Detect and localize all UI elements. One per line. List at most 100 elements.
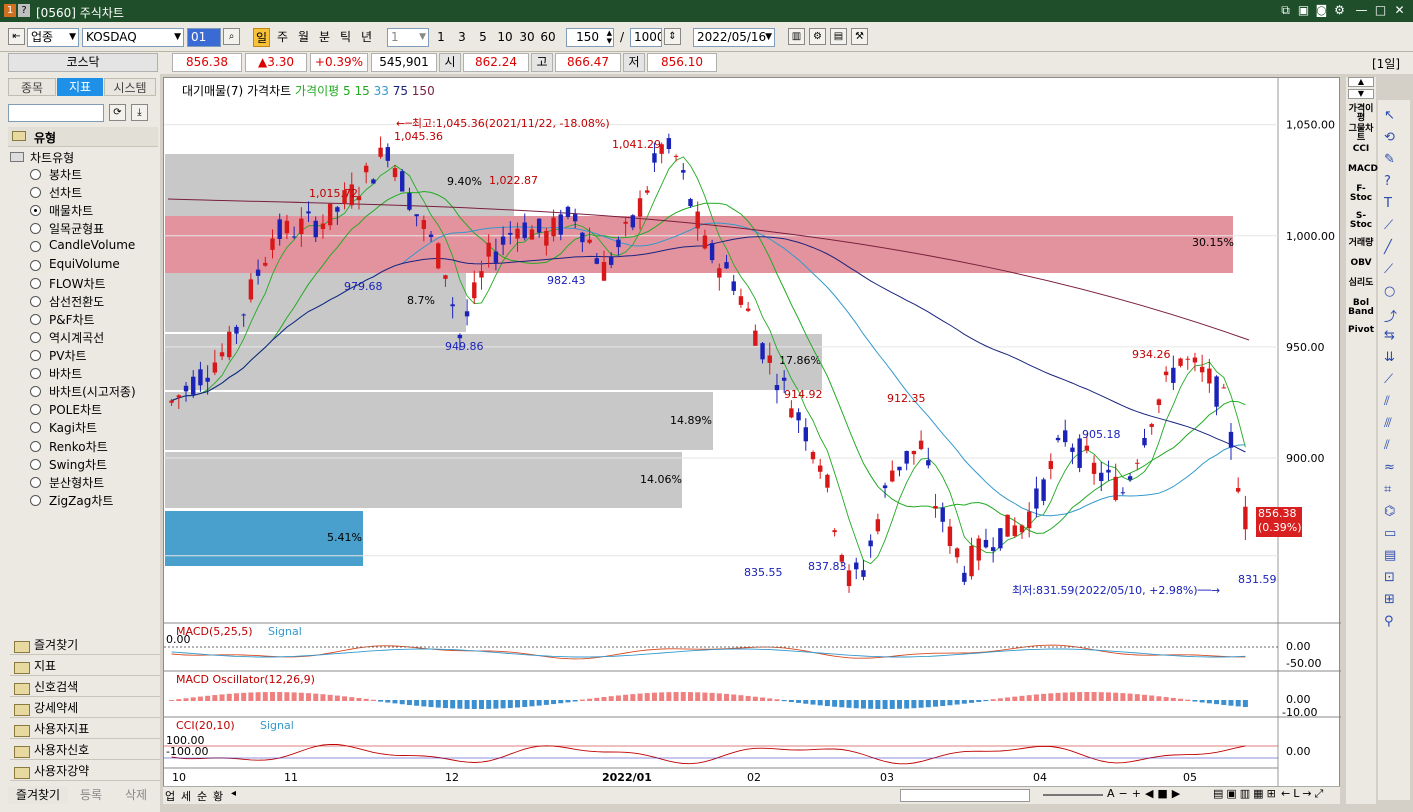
chart-type-radio[interactable]	[30, 386, 41, 398]
chart-type-label[interactable]: 일목균형표	[49, 220, 104, 237]
chart-type-radio[interactable]	[30, 313, 41, 325]
drawing-tool-icon[interactable]: ⌬	[1384, 504, 1395, 519]
minimize-icon[interactable]: —	[1354, 3, 1369, 18]
chart-type-radio[interactable]	[30, 223, 41, 235]
legend-price[interactable]: 가격차트	[247, 84, 291, 98]
drawing-tool-icon[interactable]: T	[1384, 196, 1392, 211]
category-header[interactable]: 유형	[8, 127, 158, 147]
bottom-tab-3[interactable]: 순	[197, 788, 207, 804]
save-icon[interactable]: ▣	[1296, 3, 1311, 18]
drawing-tool-icon[interactable]: ⟲	[1384, 130, 1395, 145]
chart-type-label[interactable]: Kagi차트	[49, 419, 97, 436]
chart-type-radio[interactable]	[30, 440, 41, 452]
folder-item[interactable]: 사용자지표	[10, 720, 160, 739]
period-month[interactable]: 월	[295, 28, 312, 47]
indicator-shortcut[interactable]: 그물차트	[1348, 125, 1374, 143]
chart-type-label[interactable]: 삼선전환도	[49, 293, 104, 310]
tab-stocks[interactable]: 종목	[8, 78, 56, 96]
drawing-tool-icon[interactable]: ⇊	[1384, 350, 1395, 365]
drawing-tool-icon[interactable]: ⟋	[1384, 262, 1393, 277]
legend-ma[interactable]: 가격이평	[295, 84, 339, 98]
chart-type-radio[interactable]	[30, 476, 41, 488]
chart-type-radio[interactable]	[30, 169, 41, 180]
chart-type-label[interactable]: 선차트	[49, 184, 82, 201]
period-year[interactable]: 년	[358, 28, 375, 47]
count-stepper[interactable]: 150 ▲ ▼	[566, 28, 614, 47]
legend-ma-75[interactable]: 75	[393, 84, 408, 98]
indicator-shortcut[interactable]: OBV	[1348, 259, 1374, 268]
arrow-controls-icon[interactable]: ←L→⤢	[1281, 787, 1326, 801]
chart-type-label[interactable]: 바차트(시고저종)	[49, 383, 136, 400]
camera-icon[interactable]: ◙	[1314, 3, 1329, 18]
interval-select[interactable]: 1 ▼	[387, 28, 429, 47]
drawing-tool-icon[interactable]: ↖	[1384, 108, 1395, 123]
delete-button[interactable]: 삭제	[114, 786, 158, 804]
market-type-select[interactable]: 업종 ▼	[27, 28, 79, 47]
chart-type-label[interactable]: Renko차트	[49, 438, 108, 455]
bottom-tab-2[interactable]: 세	[181, 788, 191, 804]
quick-interval-10[interactable]: 10	[495, 28, 515, 47]
chart-type-label[interactable]: ZigZag차트	[49, 492, 113, 509]
register-button[interactable]: 등록	[70, 786, 112, 804]
drawing-tool-icon[interactable]: ✎	[1384, 152, 1395, 167]
search-icon[interactable]: ⌕	[223, 28, 240, 45]
drawing-tool-icon[interactable]: ⫽	[1384, 394, 1390, 409]
indicator-shortcut[interactable]: Pivot	[1348, 326, 1374, 335]
chart-type-radio[interactable]	[30, 277, 41, 289]
zoom-slider[interactable]	[1043, 794, 1103, 796]
drawing-tool-icon[interactable]: ⊞	[1384, 592, 1395, 607]
indicator-shortcut[interactable]: MACD	[1348, 165, 1378, 174]
chart-type-label[interactable]: CandleVolume	[49, 238, 135, 252]
bottom-tab-1[interactable]: 업	[165, 788, 175, 804]
chart-type-label[interactable]: Swing차트	[49, 456, 107, 473]
drawing-tool-icon[interactable]: ⟋	[1384, 372, 1393, 387]
period-week[interactable]: 주	[274, 28, 291, 47]
scroll-down-icon[interactable]: ▼	[1348, 89, 1374, 99]
chart-type-radio[interactable]	[30, 259, 41, 271]
indicator-shortcut[interactable]: F-Stoc	[1348, 185, 1374, 203]
chart-type-label[interactable]: 분산형차트	[49, 474, 104, 491]
chart-type-label[interactable]: 바차트	[49, 365, 82, 382]
tree-root[interactable]: 차트유형	[10, 148, 150, 166]
indicator-shortcut[interactable]: Bol Band	[1348, 299, 1374, 317]
chart-type-label[interactable]: P&F차트	[49, 311, 95, 328]
drawing-tool-icon[interactable]: ⚲	[1384, 614, 1394, 629]
indicator-shortcut[interactable]: S-Stoc	[1348, 212, 1374, 230]
folder-item[interactable]: 강세약세	[10, 699, 160, 718]
chart-type-radio[interactable]	[30, 331, 41, 343]
favorites-button[interactable]: 즐겨찾기	[8, 786, 68, 804]
chart-type-radio[interactable]	[30, 494, 41, 506]
help-icon[interactable]: ?	[18, 4, 30, 17]
link-icon[interactable]: ⧉	[1278, 3, 1293, 18]
chart-area[interactable]: 30.15% 17.86% 14.89% 14.06% 5.41% 9.40% 8.7% 1…	[163, 77, 1341, 805]
quick-interval-1[interactable]: 1	[433, 28, 449, 47]
bottom-tab-4[interactable]: 황	[213, 788, 223, 804]
quick-interval-3[interactable]: 3	[454, 28, 470, 47]
chart-canvas[interactable]: 30.15%17.86%14.89%14.06%5.41%9.40%8.7% 1…	[164, 78, 1341, 805]
indicator-shortcut[interactable]: CCI	[1348, 145, 1374, 154]
view-controls-icon[interactable]: ▤▣▥▦⊞	[1213, 787, 1279, 800]
horizontal-scrollbar[interactable]	[900, 789, 1030, 802]
folder-item[interactable]: 신호검색	[10, 678, 160, 697]
chart-type-radio[interactable]	[30, 368, 41, 380]
chart-type-radio[interactable]	[30, 458, 41, 470]
indicator-shortcut[interactable]: 심리도	[1348, 279, 1374, 288]
quick-interval-30[interactable]: 30	[517, 28, 537, 47]
legend-ma-5[interactable]: 5	[343, 84, 351, 98]
legend-volume-profile[interactable]: 대기매물(7)	[182, 84, 243, 98]
legend-ma-15[interactable]: 15	[354, 84, 369, 98]
chart-type-label[interactable]: POLE차트	[49, 401, 102, 418]
maximize-icon[interactable]: □	[1373, 3, 1388, 18]
tools-icon[interactable]: ⚒	[851, 28, 868, 45]
save-chart-icon[interactable]: ▤	[830, 28, 847, 45]
chart-type-radio[interactable]	[30, 404, 41, 416]
indicator-search-input[interactable]	[8, 104, 104, 122]
drawing-tool-icon[interactable]: ○	[1384, 284, 1395, 299]
legend-ma-33[interactable]: 33	[374, 84, 389, 98]
drawing-tool-icon[interactable]: ⫽	[1384, 438, 1390, 453]
indicator-shortcut[interactable]: 가격이평	[1348, 105, 1374, 123]
drawing-tool-icon[interactable]: ⫻	[1384, 416, 1392, 431]
code-input[interactable]: 01	[187, 28, 221, 47]
tab-indicators[interactable]: 지표	[57, 78, 103, 96]
chart-type-radio[interactable]	[30, 241, 41, 253]
